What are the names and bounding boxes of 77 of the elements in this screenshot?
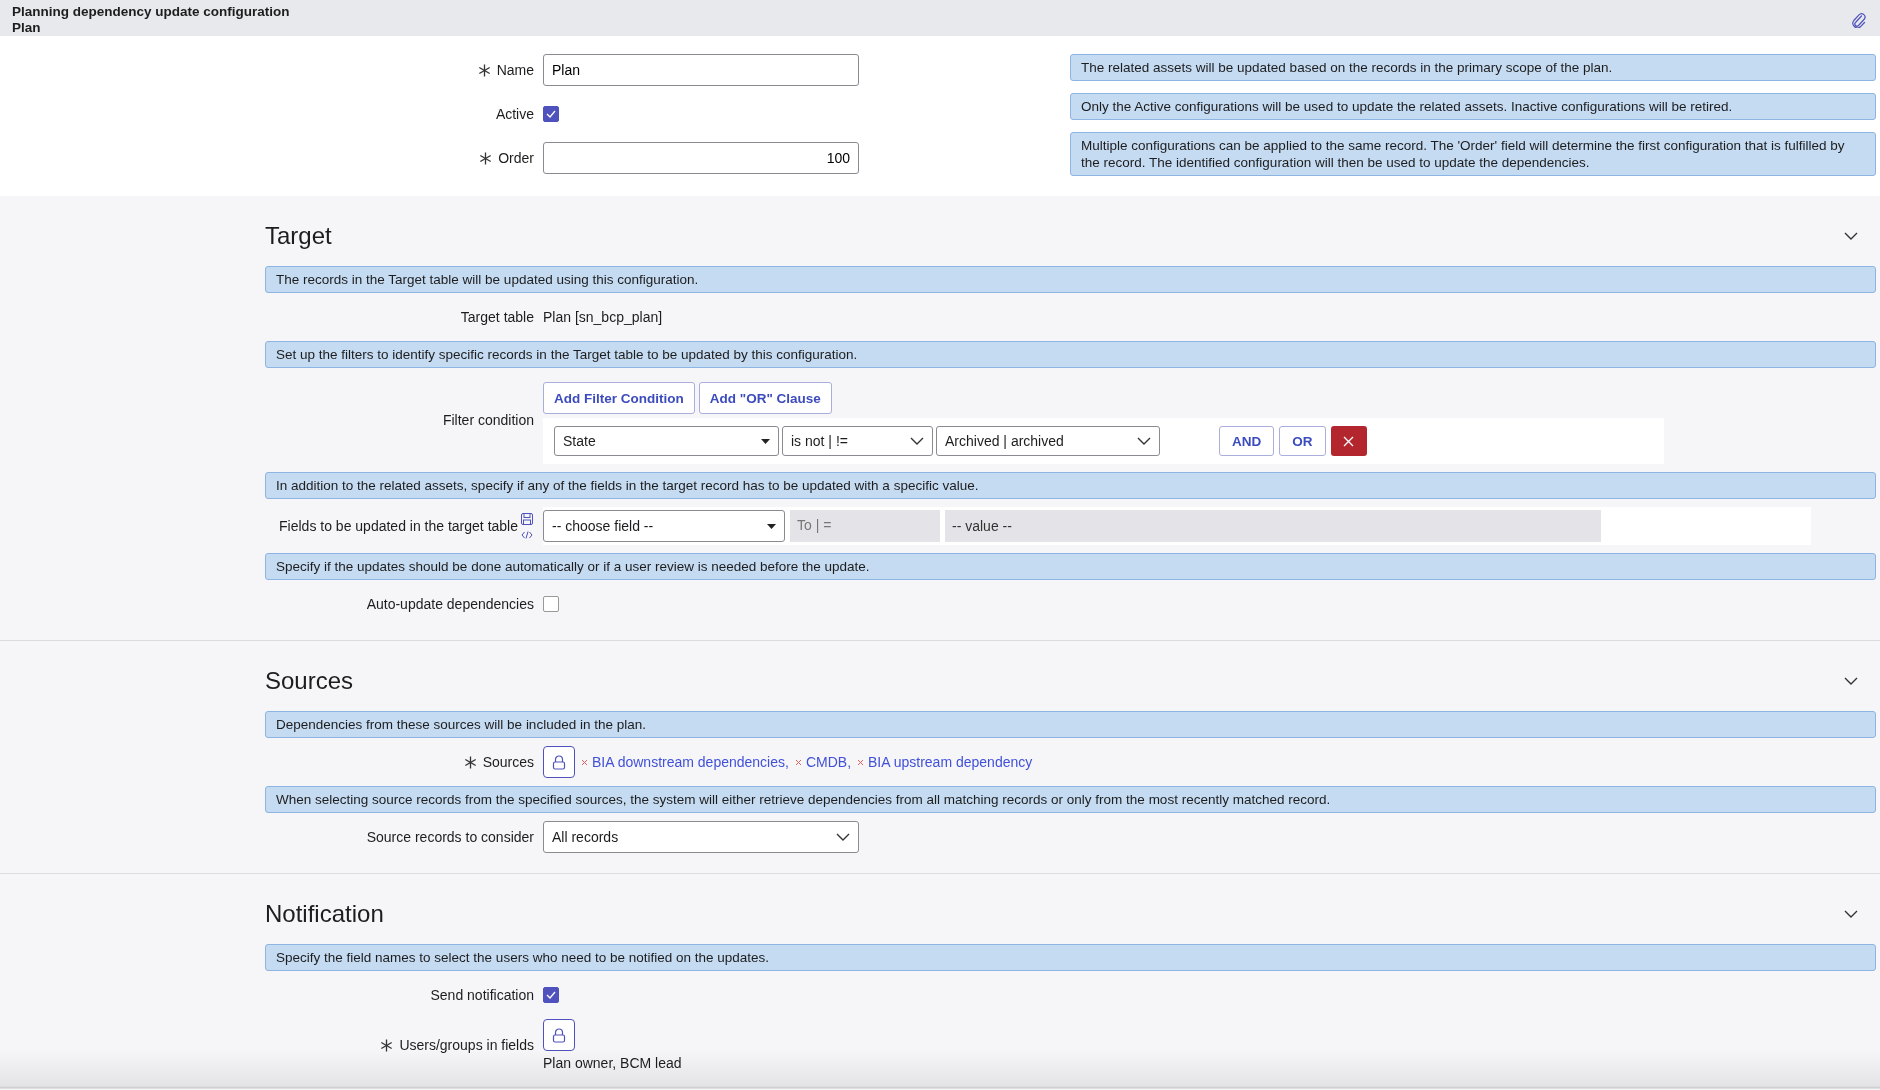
checkmark-icon <box>546 110 556 118</box>
dropdown[interactable]: is not | != <box>782 426 933 456</box>
field-value: Plan [sn_bcp_plan] <box>543 309 663 325</box>
checkmark-icon <box>546 991 556 999</box>
collapse-button[interactable] <box>1842 908 1860 920</box>
save-and-code-icon <box>520 512 534 540</box>
dropdown-value: -- choose field -- <box>552 518 654 534</box>
record-name: Plan <box>12 20 42 36</box>
field-label: Source records to consider <box>366 829 534 845</box>
logic-button[interactable]: AND <box>1219 426 1275 456</box>
caret-icon <box>767 523 776 529</box>
info-message: In addition to the related assets, specify if any of the fields in the target record has to be updated with a specific value. <box>265 472 1876 499</box>
remove-icon <box>794 758 802 766</box>
dropdown-value: All records <box>552 829 619 845</box>
dropdown[interactable]: -- choose field -- <box>543 510 785 542</box>
chevron-down-icon <box>910 437 924 445</box>
form-title: Planning dependency update configuration <box>12 4 290 20</box>
source-link[interactable]: BIA downstream dependencies <box>592 754 785 770</box>
checkbox[interactable] <box>543 987 559 1003</box>
dropdown[interactable]: State <box>554 426 779 456</box>
remove-icon <box>857 758 865 766</box>
text-field[interactable]: Plan <box>543 54 859 86</box>
source-link[interactable]: BIA upstream dependency <box>868 754 1033 770</box>
info-message: Multiple configurations can be applied to the same record. The 'Order' field will determine the first configuration that is fulfilled by the record. The identified configuration will then be used to update the dependencies. <box>1070 132 1876 176</box>
field-label: Users/groups in fields <box>399 1037 534 1053</box>
field-value: Plan owner, BCM lead <box>543 1055 682 1071</box>
section-title: Target <box>265 222 332 250</box>
chevron-down-icon <box>1844 677 1858 685</box>
logic-button[interactable]: OR <box>1279 426 1326 456</box>
chevron-down-icon <box>1137 437 1151 445</box>
lock-icon <box>552 754 566 770</box>
filter-button[interactable]: Add "OR" Clause <box>698 382 832 414</box>
lock-icon <box>552 1027 566 1043</box>
close-icon <box>1343 435 1354 447</box>
section-title: Sources <box>265 667 354 695</box>
chevron-down-icon <box>836 833 850 841</box>
lock-button[interactable] <box>543 746 575 778</box>
info-message: When selecting source records from the specified sources, the system will either retrieve dependencies from all matching records or only from the most recently matched record. <box>265 786 1876 813</box>
info-message: Specify the field names to select the users who need to be notified on the updates. <box>265 944 1876 971</box>
info-message: Dependencies from these sources will be included in the plan. <box>265 711 1876 738</box>
dropdown[interactable]: All records <box>543 821 859 853</box>
collapse-button[interactable] <box>1842 675 1860 687</box>
paperclip-icon <box>1852 12 1866 28</box>
attachment-button[interactable] <box>1850 10 1868 30</box>
field-label: Target table <box>460 309 534 325</box>
collapse-button[interactable] <box>1842 230 1860 242</box>
checkbox[interactable] <box>543 596 559 612</box>
info-message: The records in the Target table will be updated using this configuration. <box>265 266 1876 293</box>
delete-button[interactable] <box>1330 426 1367 456</box>
lock-button[interactable] <box>543 1019 575 1051</box>
list-separator: , <box>785 754 789 770</box>
caret-icon <box>761 438 770 444</box>
operator-label: To | = <box>790 510 940 542</box>
field-label: Name <box>496 62 534 78</box>
chevron-down-icon <box>1844 232 1858 240</box>
field-label: Sources <box>482 754 534 770</box>
field-label: Order <box>498 150 534 166</box>
section-title: Notification <box>265 900 384 928</box>
field-label: Fields to be updated in the target table <box>279 518 518 534</box>
chevron-down-icon <box>1844 910 1858 918</box>
filter-button[interactable]: Add Filter Condition <box>543 382 695 414</box>
field-label: Filter condition <box>442 412 534 428</box>
field-label: Send notification <box>430 987 534 1003</box>
dropdown-value: Archived | archived <box>945 433 1064 449</box>
text-field[interactable]: 100 <box>543 142 859 174</box>
info-message: Specify if the updates should be done automatically or if a user review is needed before the update. <box>265 553 1876 580</box>
dropdown-value: is not | != <box>791 433 848 449</box>
info-message: Only the Active configurations will be used to update the related assets. Inactive configurations will be retired. <box>1070 93 1876 120</box>
checkbox[interactable] <box>543 106 559 122</box>
field-label: Auto-update dependencies <box>366 596 534 612</box>
info-message: Set up the filters to identify specific records in the Target table to be updated by this configuration. <box>265 341 1876 368</box>
field-label: Active <box>495 106 534 122</box>
dropdown[interactable]: Archived | archived <box>936 426 1160 456</box>
list-separator: , <box>847 754 852 770</box>
dropdown-value: State <box>563 433 596 449</box>
remove-icon <box>581 758 588 766</box>
info-message: The related assets will be updated based on the records in the primary scope of the plan. <box>1070 54 1876 81</box>
